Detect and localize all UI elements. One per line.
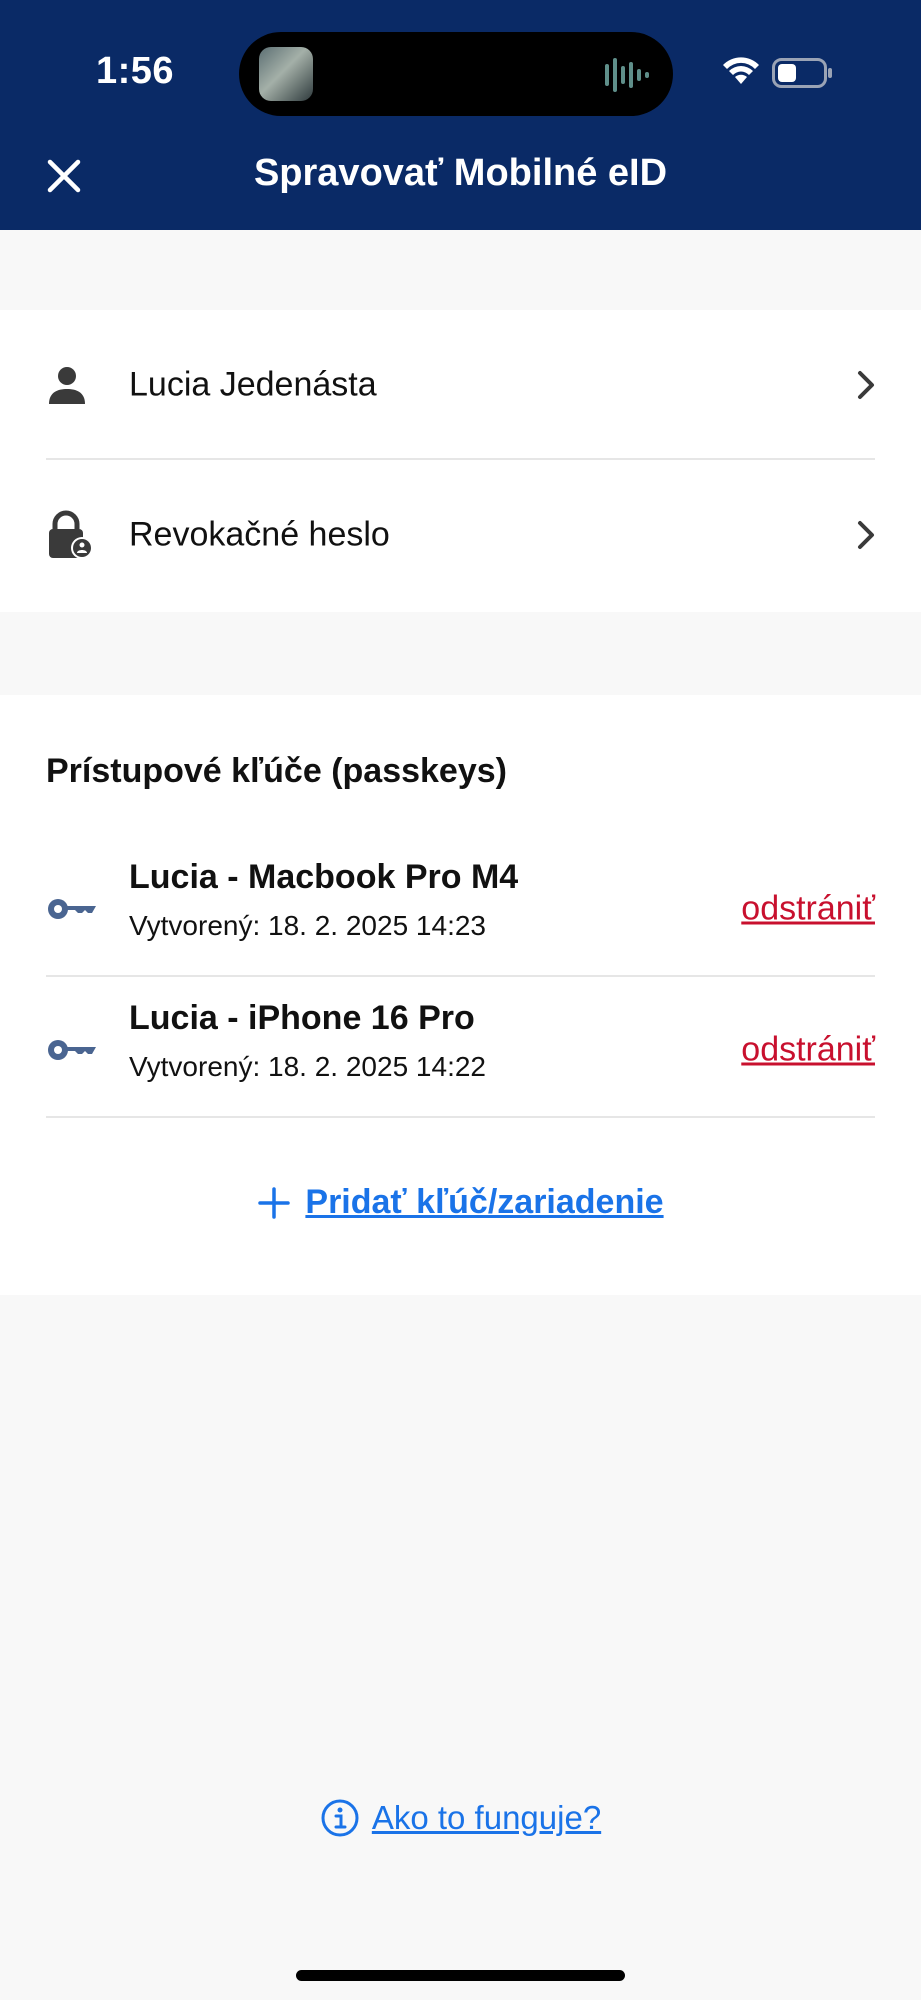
person-icon [49,367,85,404]
key-icon [48,898,96,919]
section-title: Prístupové kľúče (passkeys) [46,752,507,790]
passkeys-card: Prístupové kľúče (passkeys) Lucia - Macb… [0,695,921,1295]
divider [46,1116,875,1118]
menu-item-label: Revokačné heslo [129,515,390,554]
add-passkey-label: Pridať kľúč/zariadenie [305,1183,664,1221]
lock-icon [49,510,93,559]
home-indicator[interactable] [296,1970,625,1981]
info-icon [321,1799,359,1837]
dynamic-island[interactable] [239,32,673,116]
menu-item-label: Lucia Jedenásta [129,365,377,404]
chevron-right-icon [858,371,874,399]
profile-menu-card: Lucia Jedenásta Revokačné heslo [0,310,921,612]
battery-icon [772,58,832,88]
remove-passkey-link[interactable]: odstrániť [741,889,875,928]
help-label: Ako to funguje? [371,1799,602,1836]
menu-item-profile[interactable]: Lucia Jedenásta [0,310,921,460]
divider [46,975,875,977]
remove-passkey-link[interactable]: odstrániť [741,1030,875,1069]
help-link[interactable]: Ako to funguje? [0,1798,921,1838]
chevron-right-icon [858,521,874,549]
passkey-item: Lucia - Macbook Pro M4 Vytvorený: 18. 2.… [0,838,921,979]
passkey-created: Vytvorený: 18. 2. 2025 14:22 [129,1051,486,1082]
key-icon [48,1039,96,1060]
menu-item-revocation-password[interactable]: Revokačné heslo [0,460,921,610]
passkey-name: Lucia - iPhone 16 Pro [129,999,475,1037]
wifi-icon [723,57,759,84]
audio-waveform-icon [605,58,649,92]
passkey-item: Lucia - iPhone 16 Pro Vytvorený: 18. 2. … [0,979,921,1120]
add-passkey-button[interactable]: Pridať kľúč/zariadenie [0,1183,921,1222]
now-playing-thumbnail [259,47,313,101]
page-title: Spravovať Mobilné eID [253,152,668,194]
top-bar: 1:56 Spravovať Mobilné eID [0,0,921,230]
passkey-name: Lucia - Macbook Pro M4 [129,858,519,896]
plus-icon [258,1186,291,1219]
status-time: 1:56 [96,50,175,92]
passkey-created: Vytvorený: 18. 2. 2025 14:23 [129,910,486,941]
